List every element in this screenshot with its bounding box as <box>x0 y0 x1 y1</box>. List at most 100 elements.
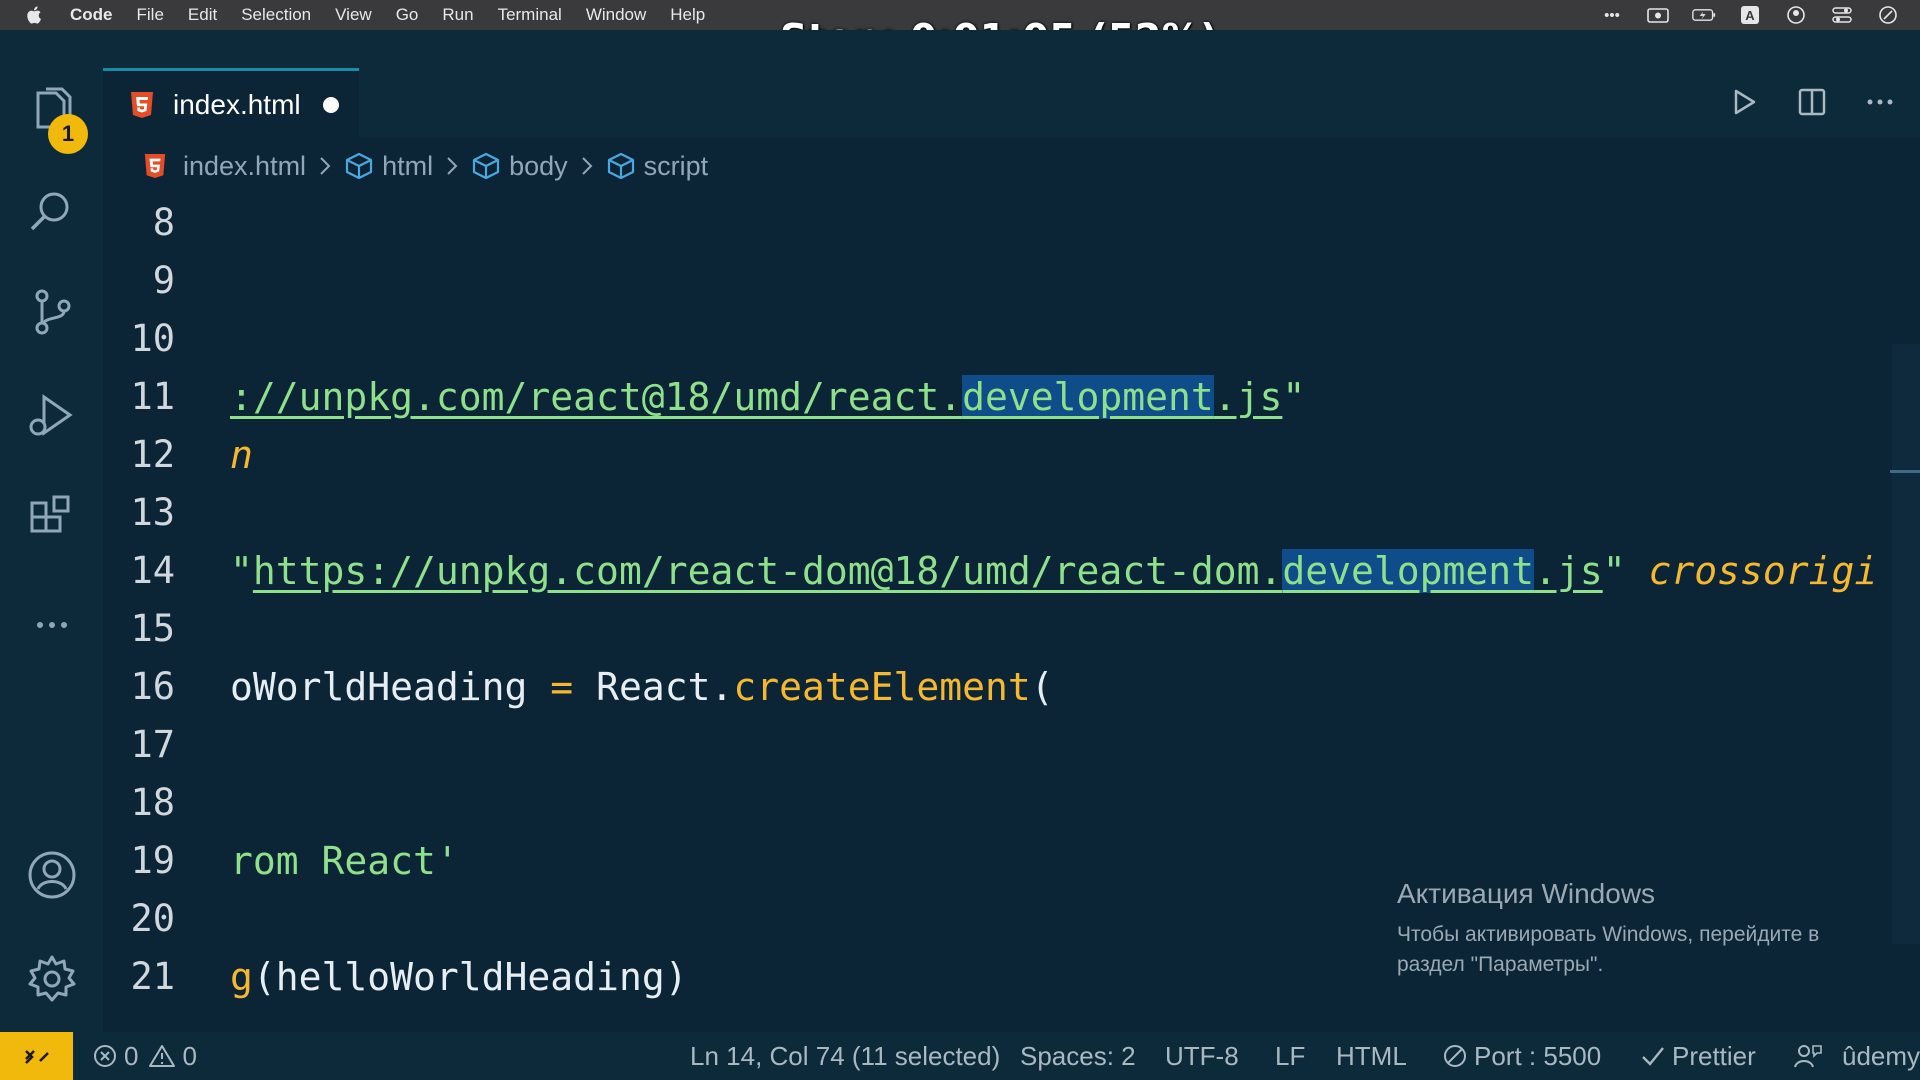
prettier-label: Prettier <box>1672 1040 1756 1071</box>
breadcrumb-script-label: script <box>643 150 709 181</box>
explorer-badge: 1 <box>48 114 88 154</box>
activity-source-control[interactable] <box>0 267 103 357</box>
more-actions-button[interactable] <box>1860 82 1900 122</box>
chevron-right-icon <box>580 155 594 177</box>
identifier: (helloWorldHeading) <box>252 955 688 999</box>
siri-icon[interactable] <box>1876 5 1900 25</box>
screen-record-icon[interactable] <box>1646 5 1670 25</box>
apple-icon[interactable] <box>26 5 44 25</box>
code-text: rom React' <box>230 839 459 883</box>
breadcrumb-html-label: html <box>382 150 434 181</box>
url-part[interactable]: https://unpkg.com/react-dom@18/umd/react… <box>253 549 1283 593</box>
code-text: ://unpkg.com/react@18/umd/react.developm… <box>230 368 1305 426</box>
breadcrumb-html[interactable]: html <box>344 151 433 182</box>
html5-file-icon <box>131 91 153 118</box>
code-text: oWorldHeading = React.createElement( <box>230 658 1054 716</box>
breadcrumb-file[interactable]: index.html <box>143 151 306 182</box>
menu-window[interactable]: Window <box>586 5 646 25</box>
menu-run[interactable]: Run <box>442 5 473 25</box>
gear-icon <box>28 955 75 1002</box>
problems-indicator[interactable]: 0 0 <box>92 1032 197 1080</box>
url-part[interactable]: .js <box>1214 375 1283 419</box>
activity-extensions[interactable] <box>0 474 103 564</box>
string-quote: " <box>230 549 253 593</box>
string-quote: " <box>1602 549 1626 593</box>
no-entry-icon <box>1444 1045 1466 1067</box>
eol-setting[interactable]: LF <box>1275 1032 1305 1080</box>
activity-bar: 1 <box>0 30 103 1032</box>
line-number: 21 <box>130 955 175 998</box>
activity-accounts[interactable] <box>0 830 103 920</box>
chevron-right-icon <box>318 155 332 177</box>
code-line: 11 ://unpkg.com/react@18/umd/react.devel… <box>103 368 1920 426</box>
activity-explorer[interactable]: 1 <box>0 66 103 156</box>
run-debug-icon <box>29 394 73 436</box>
remote-icon <box>24 1050 49 1064</box>
menu-go[interactable]: Go <box>396 5 419 25</box>
encoding-setting[interactable]: UTF-8 <box>1165 1032 1239 1080</box>
svg-text:A: A <box>1745 8 1755 23</box>
run-file-button[interactable] <box>1724 82 1764 122</box>
error-icon <box>94 1045 116 1067</box>
url-part[interactable]: .js <box>1534 549 1603 593</box>
code-line: 10 <box>103 310 1920 368</box>
tab-index-html[interactable]: index.html <box>103 68 359 138</box>
more-icon[interactable]: ••• <box>1600 5 1624 25</box>
string-quote: " <box>1282 375 1306 419</box>
battery-icon[interactable] <box>1692 5 1716 25</box>
code-text: n <box>230 433 253 477</box>
menu-app-code[interactable]: Code <box>70 5 113 25</box>
code-text: g(helloWorldHeading) <box>230 948 688 1006</box>
line-number: 12 <box>130 433 175 476</box>
menu-edit[interactable]: Edit <box>188 5 217 25</box>
highlighted-match[interactable]: development <box>962 375 1214 419</box>
code-line: 9 <box>103 252 1920 310</box>
symbol-element-icon <box>607 152 634 180</box>
breadcrumb-script[interactable]: script <box>606 150 709 182</box>
code-line: 12 n <box>103 426 1920 484</box>
input-source-icon[interactable]: A <box>1738 5 1762 25</box>
unsaved-indicator[interactable] <box>322 96 339 113</box>
split-editor-icon <box>1798 88 1826 116</box>
more-icon <box>36 622 67 628</box>
watermark-title: Активация Windows <box>1397 878 1656 909</box>
punctuation: ( <box>1030 665 1054 709</box>
warning-icon <box>149 1045 176 1067</box>
activity-settings[interactable] <box>0 934 103 1024</box>
cursor-position[interactable]: Ln 14, Col 74 (11 selected) <box>690 1032 1000 1080</box>
activity-search[interactable] <box>0 166 103 256</box>
breadcrumb-body[interactable]: body <box>471 151 568 182</box>
prettier-status[interactable]: Prettier <box>1640 1032 1756 1080</box>
menu-view[interactable]: View <box>335 5 372 25</box>
url-part[interactable]: ://unpkg.com/react@18/umd/react. <box>230 375 962 419</box>
code-line: 15 <box>103 600 1920 658</box>
watermark-line-1: Чтобы активировать Windows, перейдите в <box>1397 923 1820 946</box>
accounts-feedback[interactable] <box>1793 1032 1829 1080</box>
feedback-person-icon <box>1794 1045 1822 1068</box>
text-selection[interactable]: development <box>1282 549 1535 593</box>
code-line: 17 <box>103 716 1920 774</box>
user-account-icon[interactable] <box>1784 5 1808 25</box>
code-line: 8 <box>103 194 1920 252</box>
menu-selection[interactable]: Selection <box>241 5 311 25</box>
breadcrumb: index.html html body script <box>103 138 1920 194</box>
code-line: 16 oWorldHeading = React.createElement( <box>103 658 1920 716</box>
remote-indicator[interactable] <box>0 1032 73 1080</box>
split-editor-button[interactable] <box>1792 82 1832 122</box>
activity-more[interactable] <box>0 580 103 670</box>
activity-run-debug[interactable] <box>0 370 103 460</box>
live-server-port[interactable]: Port : 5500 <box>1442 1032 1601 1080</box>
line-number: 8 <box>152 201 175 244</box>
indentation-setting[interactable]: Spaces: 2 <box>1020 1032 1136 1080</box>
line-number: 20 <box>130 897 175 940</box>
source-control-icon <box>35 289 70 335</box>
menu-file[interactable]: File <box>137 5 164 25</box>
play-icon <box>1734 89 1756 115</box>
line-number: 13 <box>130 491 175 534</box>
menu-terminal[interactable]: Terminal <box>498 5 562 25</box>
menu-help[interactable]: Help <box>670 5 705 25</box>
language-mode[interactable]: HTML <box>1336 1032 1407 1080</box>
status-bar: 0 0 Ln 14, Col 74 (11 selected) Spaces: … <box>0 1032 1920 1080</box>
extensions-icon <box>30 495 69 533</box>
control-center-icon[interactable] <box>1830 5 1854 25</box>
